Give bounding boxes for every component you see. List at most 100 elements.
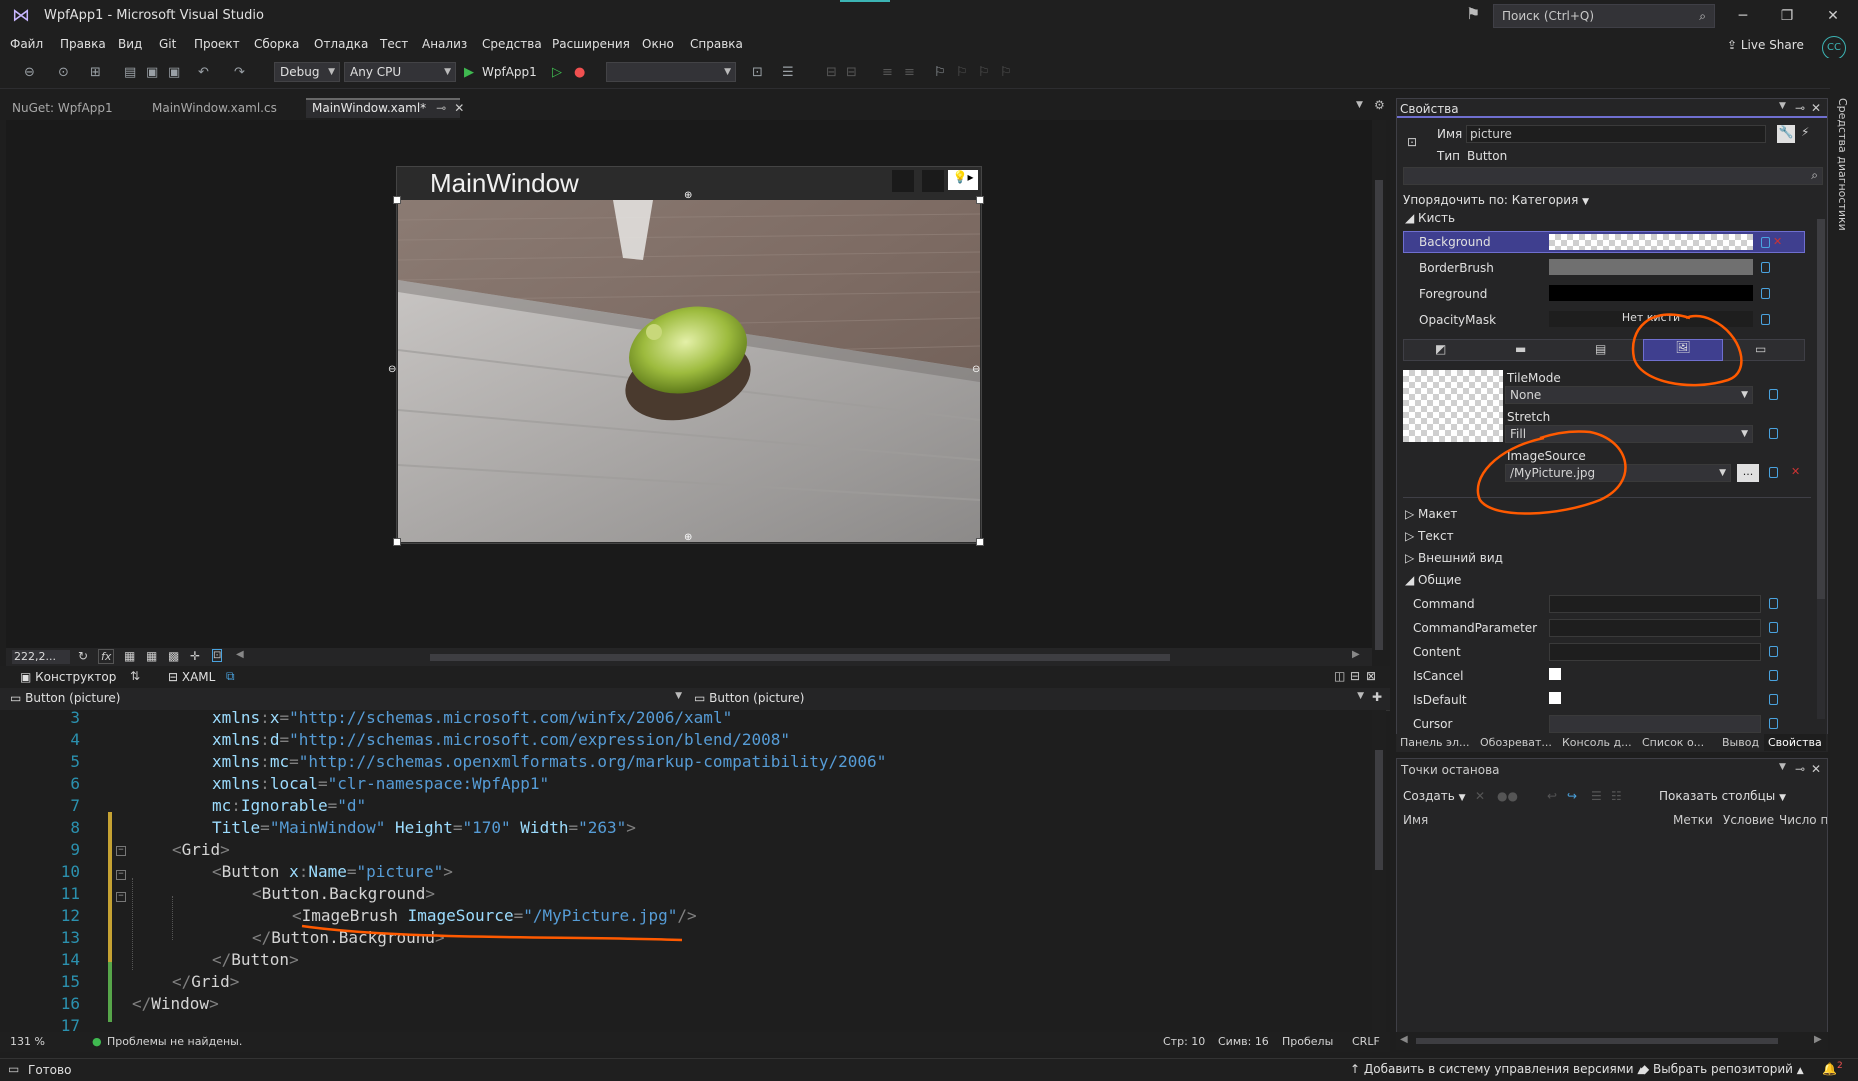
show-columns-button[interactable]: Показать столбцы ▼	[1659, 789, 1786, 803]
run-icon[interactable]: ▶	[464, 65, 474, 80]
name-field[interactable]: picture	[1466, 125, 1766, 143]
snap-icon[interactable]: ▩	[168, 649, 179, 663]
content-field[interactable]	[1549, 643, 1761, 661]
code-vscroll[interactable]	[1372, 710, 1386, 1032]
property-marker[interactable]	[1769, 622, 1778, 633]
menu-git[interactable]: Git	[159, 37, 176, 51]
tab-console[interactable]: Консоль д...	[1562, 736, 1632, 749]
eol-indicator[interactable]: CRLF	[1352, 1035, 1380, 1048]
hot-reload-icon[interactable]: ●	[574, 65, 585, 80]
pin-icon[interactable]: ⊸	[1795, 101, 1805, 115]
live-share-button[interactable]: ⇪ Live Share	[1727, 38, 1804, 52]
iscancel-checkbox[interactable]	[1549, 668, 1561, 680]
column-condition[interactable]: Условие	[1723, 813, 1774, 827]
property-marker[interactable]	[1761, 314, 1770, 325]
breakpoints-hscroll[interactable]: ◀ ▶	[1396, 1032, 1828, 1050]
pin-icon[interactable]: ⊸	[436, 101, 446, 115]
toolbar-icon[interactable]: ⊡	[752, 65, 763, 80]
resource-brush-icon[interactable]: ▭	[1755, 342, 1766, 356]
section-layout[interactable]: ▷ Макет	[1405, 507, 1457, 521]
zoom-combo[interactable]: 222,2...	[12, 650, 70, 664]
tab-output[interactable]: Вывод	[1722, 736, 1759, 749]
repo-select-button[interactable]: ◆ Выбрать репозиторий ▲	[1640, 1062, 1804, 1076]
cursor-select[interactable]	[1549, 715, 1761, 733]
code-line[interactable]: <ImageBrush ImageSource="/MyPicture.jpg"…	[292, 906, 697, 925]
property-marker[interactable]	[1761, 237, 1770, 248]
snap-lines-icon[interactable]: ✛	[190, 649, 200, 663]
swap-icon[interactable]: ⇅	[130, 669, 140, 683]
code-line[interactable]: <Grid>	[172, 840, 230, 859]
tab-toolbox[interactable]: Панель эл...	[1400, 736, 1470, 749]
code-editor[interactable]: − − − 3 xmlns:x="http://schemas.microsoft…	[0, 708, 1386, 1035]
menu-edit[interactable]: Правка	[60, 37, 106, 51]
code-line[interactable]: </Button.Background>	[252, 928, 445, 947]
lightning-icon[interactable]: ⚡	[1801, 125, 1809, 139]
tab-explorer[interactable]: Обозреват...	[1480, 736, 1552, 749]
code-line[interactable]: </Grid>	[172, 972, 239, 991]
menu-tools[interactable]: Средства	[482, 37, 542, 51]
save-all-icon[interactable]: ▣	[168, 65, 180, 80]
browse-button[interactable]: ...	[1737, 464, 1759, 482]
column-labels[interactable]: Метки	[1673, 813, 1713, 827]
opacitymask-swatch[interactable]: Нет кисти	[1549, 311, 1753, 327]
property-search-input[interactable]: ⌕	[1403, 167, 1823, 185]
split-horizontal-icon[interactable]: ⊟	[1350, 669, 1360, 683]
margin-handle[interactable]: ⊕	[684, 532, 692, 543]
property-marker[interactable]	[1769, 428, 1778, 439]
redo-icon[interactable]: ↷	[234, 65, 245, 80]
no-brush-icon[interactable]: ◩	[1435, 342, 1446, 356]
new-project-icon[interactable]: ⊞	[90, 65, 101, 80]
editor-zoom[interactable]: 131 %	[10, 1035, 45, 1048]
background-swatch[interactable]	[1549, 234, 1753, 250]
tilemode-select[interactable]: None ▼	[1505, 386, 1753, 404]
code-line[interactable]: xmlns:x="http://schemas.microsoft.com/wi…	[212, 708, 732, 727]
section-appearance[interactable]: ▷ Внешний вид	[1405, 551, 1503, 565]
brush-section[interactable]: ◢ Кисть	[1405, 211, 1455, 225]
menu-file[interactable]: Файл	[10, 37, 43, 51]
property-marker[interactable]	[1769, 598, 1778, 609]
chevron-down-icon[interactable]: ▼	[1779, 101, 1786, 111]
margin-handle[interactable]: ⊕	[684, 190, 692, 201]
code-line[interactable]: xmlns:mc="http://schemas.openxmlformats.…	[212, 752, 886, 771]
code-line[interactable]: xmlns:d="http://schemas.microsoft.com/ex…	[212, 730, 790, 749]
grid-icon[interactable]: ▦	[124, 649, 135, 663]
commandparameter-field[interactable]	[1549, 619, 1761, 637]
platform-select[interactable]: Any CPU ▼	[344, 62, 456, 82]
stretch-select[interactable]: Fill ▼	[1505, 425, 1753, 443]
menu-project[interactable]: Проект	[194, 37, 240, 51]
button-picture[interactable]	[398, 200, 980, 542]
tab-nuget[interactable]: NuGet: WpfApp1	[6, 98, 119, 118]
property-marker[interactable]	[1769, 467, 1778, 478]
foreground-swatch[interactable]	[1549, 285, 1753, 301]
scroll-left-icon[interactable]: ◀	[236, 649, 244, 660]
whitespace-indicator[interactable]: Пробелы	[1282, 1035, 1333, 1048]
collapse-grid-icon[interactable]: −	[116, 846, 126, 856]
code-line[interactable]: </Button>	[212, 950, 299, 969]
config-select[interactable]: Debug ▼	[274, 62, 340, 82]
feedback-icon[interactable]: ⚑	[1466, 4, 1480, 23]
target-select[interactable]: ▼	[606, 62, 736, 82]
property-marker[interactable]	[1769, 670, 1778, 681]
maximize-button[interactable]: ❐	[1772, 4, 1802, 28]
collapse-background-icon[interactable]: −	[116, 892, 126, 902]
collapse-button-icon[interactable]: −	[116, 870, 126, 880]
margin-handle[interactable]: ⊖	[388, 364, 396, 375]
menu-debug[interactable]: Отладка	[314, 37, 368, 51]
property-marker[interactable]	[1769, 694, 1778, 705]
resize-handle[interactable]	[976, 196, 984, 204]
menu-analyze[interactable]: Анализ	[422, 37, 467, 51]
close-icon[interactable]: ✕	[454, 101, 464, 115]
menu-extensions[interactable]: Расширения	[552, 37, 630, 51]
close-button[interactable]: ✕	[1818, 4, 1848, 28]
scroll-right-icon[interactable]: ▶	[1814, 1034, 1822, 1045]
vcs-add-button[interactable]: ↑ Добавить в систему управления версиями…	[1350, 1062, 1644, 1076]
resize-handle[interactable]	[976, 538, 984, 546]
open-icon[interactable]: ▤	[124, 65, 136, 80]
wrench-icon[interactable]: 🔧	[1777, 125, 1795, 143]
margin-handle[interactable]: ⊖	[972, 364, 980, 375]
bookmark-icon[interactable]: ⚐	[934, 65, 946, 80]
code-line[interactable]: <Button x:Name="picture">	[212, 862, 453, 881]
menu-test[interactable]: Тест	[380, 37, 408, 51]
pin-icon[interactable]: ⊸	[1795, 762, 1805, 776]
import-icon[interactable]: ↪	[1567, 789, 1577, 803]
